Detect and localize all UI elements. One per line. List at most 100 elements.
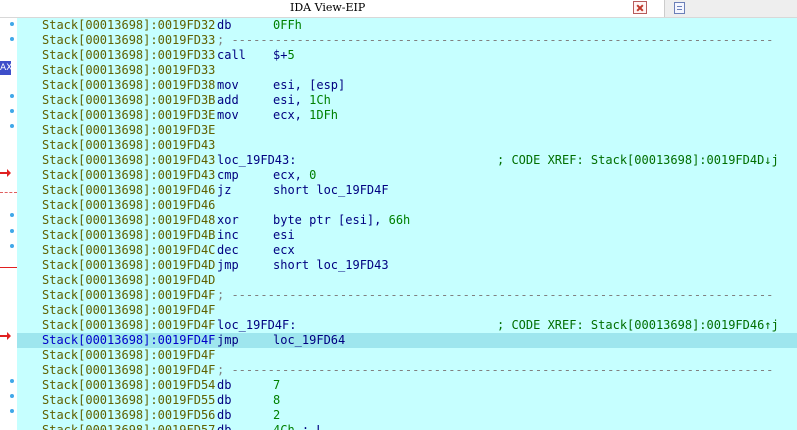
xref-comment[interactable]: ; CODE XREF: Stack[00013698]:0019FD4D↓j [497,153,779,168]
listing-line[interactable]: Stack[00013698]:0019FD32 db 0FFh [17,18,797,33]
instruction-mnemonic[interactable]: inc [217,228,239,243]
operand-number[interactable]: 66h [389,213,411,227]
line-address[interactable]: Stack[00013698]:0019FD32 [42,18,215,33]
instruction-operands[interactable]: ecx, 0 [273,168,316,183]
line-address[interactable]: Stack[00013698]:0019FD4F [42,318,215,333]
instruction-mnemonic[interactable]: cmp [217,168,239,183]
operand-text[interactable]: byte ptr [esi], [273,213,389,227]
listing-line[interactable]: Stack[00013698]:0019FD43 cmp ecx, 0 [17,168,797,183]
instruction-mnemonic[interactable]: db [217,378,231,393]
breakpoint-dot-icon[interactable] [10,37,14,41]
line-address[interactable]: Stack[00013698]:0019FD33 [42,63,215,78]
line-address[interactable]: Stack[00013698]:0019FD4D [42,258,215,273]
instruction-mnemonic[interactable]: mov [217,78,239,93]
listing-line[interactable]: Stack[00013698]:0019FD46 [17,198,797,213]
listing-line[interactable]: Stack[00013698]:0019FD48 xor byte ptr [esi… [17,213,797,228]
line-address[interactable]: Stack[00013698]:0019FD4F [42,348,215,363]
listing-line[interactable]: Stack[00013698]:0019FD4F [17,303,797,318]
instruction-operands[interactable]: $+5 [273,48,295,63]
operand-number[interactable]: 2 [273,408,280,422]
listing-line[interactable]: Stack[00013698]:0019FD4D [17,273,797,288]
listing-line-current[interactable]: Stack[00013698]:0019FD4F jmp loc_19FD64 [17,333,797,348]
instruction-mnemonic[interactable]: db [217,408,231,423]
listing-line[interactable]: Stack[00013698]:0019FD54 db 7 [17,378,797,393]
operand-number[interactable]: 4Ch [273,423,295,430]
operand-text[interactable]: esi [273,228,295,242]
instruction-mnemonic[interactable]: db [217,393,231,408]
line-address[interactable]: Stack[00013698]:0019FD33 [42,48,215,63]
operand-number[interactable]: 1DFh [309,108,338,122]
instruction-operands[interactable]: 4Ch ; L [273,423,324,430]
instruction-mnemonic[interactable]: mov [217,108,239,123]
instruction-operands[interactable]: esi [273,228,295,243]
listing-line[interactable]: Stack[00013698]:0019FD3B add esi, 1Ch [17,93,797,108]
listing-line[interactable]: Stack[00013698]:0019FD55 db 8 [17,393,797,408]
breakpoint-dot-icon[interactable] [10,109,14,113]
close-icon[interactable] [633,1,647,14]
line-address[interactable]: Stack[00013698]:0019FD43 [42,168,215,183]
line-address[interactable]: Stack[00013698]:0019FD48 [42,213,215,228]
listing-line[interactable]: Stack[00013698]:0019FD4F loc_19FD4F: ; COD… [17,318,797,333]
operand-text[interactable]: ecx [273,243,295,257]
line-address[interactable]: Stack[00013698]:0019FD33 [42,33,215,48]
operand-text[interactable]: ecx, [273,168,309,182]
operand-number[interactable]: 5 [287,48,294,62]
breakpoint-dot-icon[interactable] [10,124,14,128]
breakpoint-dot-icon[interactable] [10,22,14,26]
operand-text[interactable]: ecx, [273,108,309,122]
instruction-operands[interactable]: esi, [esp] [273,78,345,93]
operand-text[interactable]: $+ [273,48,287,62]
instruction-mnemonic[interactable]: db [217,423,231,430]
instruction-mnemonic[interactable]: jz [217,183,231,198]
line-address[interactable]: Stack[00013698]:0019FD4D [42,273,215,288]
listing-line[interactable]: Stack[00013698]:0019FD43 [17,138,797,153]
disassembly-listing[interactable]: Stack[00013698]:0019FD32 db 0FFh Stack[0001… [17,18,797,430]
instruction-operands[interactable]: 0FFh [273,18,302,33]
listing-line[interactable]: Stack[00013698]:0019FD4F [17,348,797,363]
listing-line[interactable]: Stack[00013698]:0019FD3E [17,123,797,138]
breakpoint-dot-icon[interactable] [10,229,14,233]
instruction-mnemonic[interactable]: jmp [217,333,239,348]
line-address[interactable]: Stack[00013698]:0019FD43 [42,138,215,153]
line-address[interactable]: Stack[00013698]:0019FD38 [42,78,215,93]
line-address[interactable]: Stack[00013698]:0019FD4F [42,363,215,378]
breakpoint-dot-icon[interactable] [10,394,14,398]
operand-number[interactable]: 0 [309,168,316,182]
listing-line[interactable]: Stack[00013698]:0019FD33 [17,63,797,78]
listing-line[interactable]: Stack[00013698]:0019FD46 jz short loc_19FD… [17,183,797,198]
operand-number[interactable]: 1Ch [309,93,331,107]
listing-line[interactable]: Stack[00013698]:0019FD4B inc esi [17,228,797,243]
breakpoint-dot-icon[interactable] [10,379,14,383]
line-address[interactable]: Stack[00013698]:0019FD4B [42,228,215,243]
listing-line[interactable]: Stack[00013698]:0019FD4F; --------------… [17,363,797,378]
instruction-mnemonic[interactable]: dec [217,243,239,258]
operand-text[interactable]: ; L [295,423,324,430]
line-address[interactable]: Stack[00013698]:0019FD3B [42,93,215,108]
operand-text[interactable]: short loc_19FD4F [273,183,389,197]
xref-comment[interactable]: ; CODE XREF: Stack[00013698]:0019FD46↑j [497,318,779,333]
line-address[interactable]: Stack[00013698]:0019FD55 [42,393,215,408]
operand-number[interactable]: 8 [273,393,280,407]
operand-text[interactable]: esi, [esp] [273,78,345,92]
line-address[interactable]: Stack[00013698]:0019FD57 [42,423,215,430]
line-address[interactable]: Stack[00013698]:0019FD4C [42,243,215,258]
instruction-operands[interactable]: 8 [273,393,280,408]
instruction-operands[interactable]: esi, 1Ch [273,93,331,108]
listing-line[interactable]: Stack[00013698]:0019FD4F; --------------… [17,288,797,303]
instruction-mnemonic[interactable]: db [217,18,231,33]
instruction-operands[interactable]: short loc_19FD43 [273,258,389,273]
line-address[interactable]: Stack[00013698]:0019FD4F [42,333,215,348]
line-address[interactable]: Stack[00013698]:0019FD46 [42,198,215,213]
operand-text[interactable]: loc_19FD64 [273,333,345,347]
instruction-operands[interactable]: loc_19FD64 [273,333,345,348]
listing-line[interactable]: Stack[00013698]:0019FD4D jmp short loc_19F… [17,258,797,273]
instruction-operands[interactable]: byte ptr [esi], 66h [273,213,410,228]
instruction-operands[interactable]: 7 [273,378,280,393]
code-label[interactable]: loc_19FD43: [217,153,296,168]
listing-line[interactable]: Stack[00013698]:0019FD57 db 4Ch ; L [17,423,797,430]
instruction-mnemonic[interactable]: add [217,93,239,108]
instruction-operands[interactable]: ecx, 1DFh [273,108,338,123]
line-address[interactable]: Stack[00013698]:0019FD3E [42,123,215,138]
instruction-operands[interactable]: 2 [273,408,280,423]
code-label[interactable]: loc_19FD4F: [217,318,296,333]
